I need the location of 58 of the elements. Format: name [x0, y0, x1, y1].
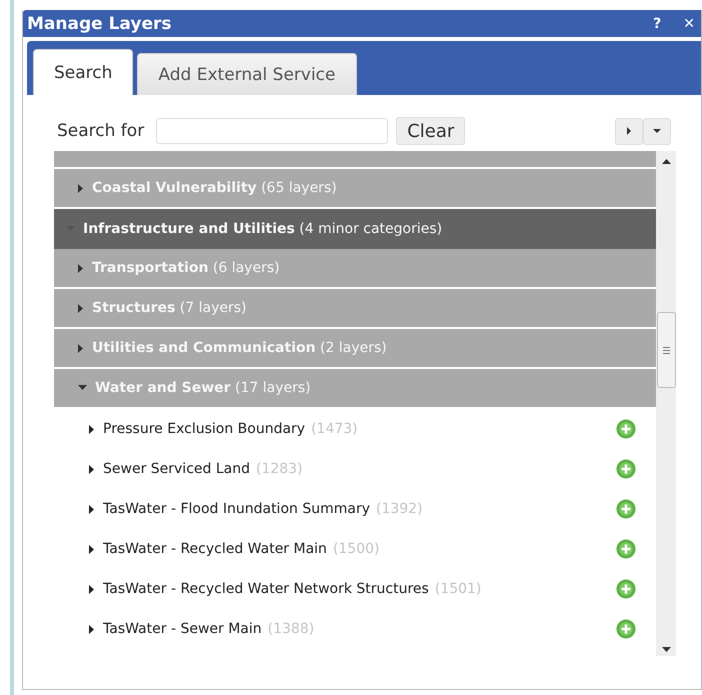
layer-name: TasWater - Recycled Water Network Structures [103, 581, 429, 597]
add-icon[interactable] [616, 419, 636, 439]
layer-name: TasWater - Sewer Main [103, 621, 262, 637]
scrollbar[interactable] [656, 151, 676, 656]
category-label: Coastal Vulnerability (65 layers) [92, 180, 337, 196]
layer-row[interactable]: TasWater - Sewer Main (1388) [54, 609, 656, 649]
caret-right-icon [78, 264, 84, 272]
layer-row[interactable]: TasWater - Flood Inundation Summary (1392) [54, 489, 656, 529]
subcategory-label: Transportation (6 layers) [92, 260, 280, 276]
arrow-down-icon[interactable] [662, 647, 670, 652]
layer-row[interactable]: TasWater - Recycled Water Network Structures (1501) [54, 569, 656, 609]
layer-count: (1473) [311, 421, 358, 437]
window-title: Manage Layers [27, 14, 172, 34]
layer-row[interactable]: TasWater - Recycled Water Main (1500) [54, 529, 656, 569]
help-button[interactable]: ? [649, 16, 666, 32]
add-icon[interactable] [616, 619, 636, 639]
tab[interactable]: Add External Service [137, 53, 356, 95]
layer-count: (1388) [268, 621, 314, 637]
add-icon[interactable] [616, 459, 636, 479]
expand-button[interactable] [615, 118, 643, 144]
subcategory-label: Structures (7 layers) [92, 300, 246, 316]
search-field[interactable] [156, 118, 388, 144]
layer-row[interactable]: Sewer Serviced Land (1283) [54, 449, 656, 489]
caret-down-icon [78, 385, 87, 391]
caret-right-icon [89, 464, 95, 474]
caret-down-icon [653, 128, 661, 134]
search-label: Search for [57, 121, 144, 141]
layer-name: TasWater - Flood Inundation Summary [103, 501, 370, 517]
category-row[interactable] [54, 151, 656, 169]
subcategory-label: Water and Sewer (17 layers) [95, 380, 311, 396]
caret-right-icon [89, 584, 95, 594]
layer-name: Sewer Serviced Land [103, 461, 250, 477]
category-label: Infrastructure and Utilities (4 minor categories) [83, 221, 442, 237]
add-icon[interactable] [616, 499, 636, 519]
add-icon[interactable] [616, 539, 636, 559]
caret-right-icon [626, 127, 632, 135]
layer-count: (1283) [256, 461, 303, 477]
clear-button[interactable]: Clear [396, 117, 466, 145]
subcategory-label: Utilities and Communication (2 layers) [92, 340, 387, 356]
layer-name: TasWater - Recycled Water Main [103, 541, 327, 557]
layer-count: (1501) [434, 581, 482, 597]
add-icon[interactable] [616, 579, 636, 599]
caret-right-icon [78, 184, 84, 192]
arrow-up-icon[interactable] [662, 159, 670, 164]
caret-right-icon [78, 304, 84, 312]
caret-right-icon [89, 624, 95, 634]
caret-right-icon [78, 344, 84, 352]
caret-right-icon [89, 504, 95, 514]
close-button[interactable]: ✕ [679, 16, 699, 32]
caret-right-icon [89, 424, 95, 434]
category-row[interactable]: Infrastructure and Utilities (4 minor categories) [54, 209, 656, 249]
tab[interactable]: Search [33, 49, 134, 95]
layer-count: (1500) [332, 541, 380, 557]
layer-count: (1392) [376, 501, 423, 517]
layer-row[interactable]: Pressure Exclusion Boundary (1473) [54, 409, 656, 449]
dropdown-button[interactable] [643, 118, 671, 144]
caret-right-icon [89, 544, 95, 554]
layer-name: Pressure Exclusion Boundary [103, 421, 306, 437]
